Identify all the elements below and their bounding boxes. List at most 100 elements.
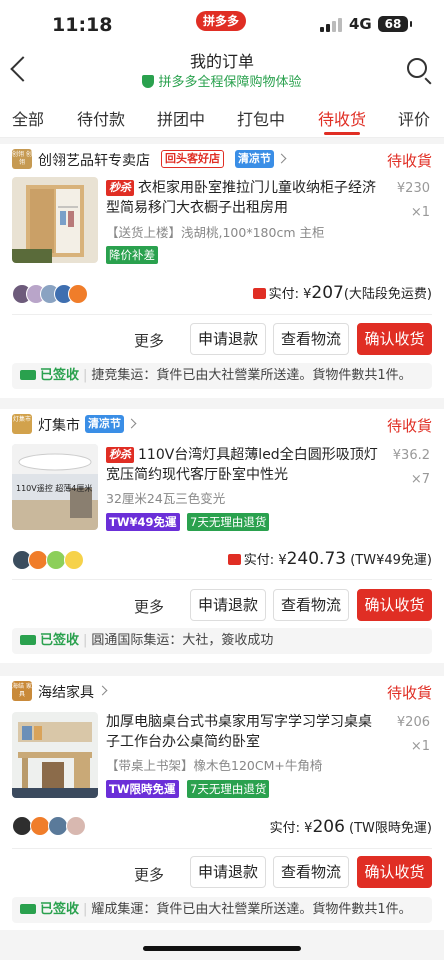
product-spec: 【送货上楼】浅胡桃,100*180cm 主柜	[106, 225, 325, 240]
product-thumbnail[interactable]: 110V遥控 超薄4厘米	[12, 444, 98, 530]
thumbnail-caption: 110V遥控 超薄4厘米	[16, 484, 93, 493]
avatar	[68, 284, 88, 304]
view-logistics-button[interactable]: 查看物流	[273, 589, 349, 621]
refund-button[interactable]: 申请退款	[190, 589, 266, 621]
product-spec: 【带桌上书架】橡木色120CM+牛角椅	[106, 758, 323, 773]
shop-logo: 创翎 创翎	[12, 149, 32, 169]
status-bar: 11:18 拼多多 4G 68	[0, 0, 444, 44]
shop-logo: 海结 家具	[12, 681, 32, 701]
order-status: 待收貨	[386, 684, 432, 702]
battery-icon: 68	[378, 16, 412, 32]
truck-icon	[20, 635, 36, 645]
tab-review[interactable]: 评价	[398, 106, 430, 130]
product-title[interactable]: 加厚电脑桌台式书桌家用写字学习学习桌桌子工作台办公桌简约卧室	[106, 712, 382, 752]
product-title[interactable]: 秒杀 衣柜家用卧室推拉门儿童收纳柜子经济型简易移门大衣橱子出租房用	[106, 178, 382, 218]
quantity: ×1	[410, 739, 430, 754]
active-tab-indicator	[324, 132, 360, 135]
logistics-bar[interactable]: 已签收 | 耀成集運：貨件已由大社營業所送達。貨物件數共1件。	[12, 897, 432, 923]
paid-label: 实付:	[268, 287, 299, 302]
guarantee-banner: 拼多多全程保障购物体验	[0, 71, 444, 90]
product-title-text: 加厚电脑桌台式书桌家用写字学习学习桌桌子工作台办公桌简约卧室	[106, 714, 372, 750]
product-spec: 32厘米24瓦三色变光	[106, 491, 226, 506]
order-card: 灯集市 灯集市 清凉节 待收貨 110V遥控 超薄4厘米 秒杀 110V台湾灯具超…	[0, 409, 444, 663]
shipping-note: (TW限時免運)	[349, 821, 432, 836]
divider	[12, 314, 432, 315]
avatar	[66, 816, 86, 836]
guarantee-text: 拼多多全程保障购物体验	[158, 75, 302, 90]
logistics-bar[interactable]: 已签收 | 圓通国际集运：大社，簽收成功	[12, 628, 432, 654]
chevron-right-icon	[276, 153, 287, 164]
logistics-bar[interactable]: 已签收 | 捷竞集运：貨件已由大社營業所送達。貨物件數共1件。	[12, 363, 432, 389]
divider	[12, 579, 432, 580]
quantity: ×7	[410, 472, 430, 487]
repeat-customer-tag: 回头客好店	[161, 150, 224, 168]
confirm-receipt-button[interactable]: 确认收货	[357, 856, 432, 888]
unit-price: ¥230	[396, 181, 430, 196]
view-logistics-button[interactable]: 查看物流	[273, 323, 349, 355]
order-card: 创翎 创翎 创翎艺品轩专卖店 回头客好店 清凉节 待收貨 秒杀 衣柜家用卧室推拉门…	[0, 144, 444, 398]
tab-to-receive[interactable]: 待收货	[318, 106, 366, 130]
free-shipping-badge: TW¥49免運	[106, 513, 180, 531]
tab-all[interactable]: 全部	[12, 106, 44, 130]
product-thumbnail[interactable]	[12, 712, 98, 798]
more-button[interactable]: 更多	[134, 864, 164, 885]
logistics-text: 耀成集運：貨件已由大社營業所送達。貨物件數共1件。	[91, 902, 412, 917]
truck-icon	[20, 370, 36, 380]
shipping-note: (TW¥49免運)	[350, 553, 432, 568]
divider	[12, 848, 432, 849]
amount-paid: 实付: ¥206 (TW限時免運)	[270, 817, 432, 837]
order-tabs: 全部 待付款 拼团中 打包中 待收货 评价	[0, 96, 444, 138]
shop-name[interactable]: 灯集市	[38, 415, 80, 435]
flash-sale-tag: 秒杀	[106, 447, 134, 463]
order-status: 待收貨	[386, 152, 432, 170]
product-title[interactable]: 秒杀 110V台湾灯具超薄led全白圆形吸顶灯宽压简约现代客厅卧室中性光	[106, 445, 382, 485]
paid-label: 实付:	[269, 821, 301, 836]
quantity: ×1	[410, 205, 430, 220]
signal-icon	[320, 18, 342, 32]
free-shipping-badge: TW限時免運	[106, 780, 179, 798]
coupon-icon	[227, 554, 241, 565]
chevron-right-icon	[126, 418, 137, 429]
avatar	[28, 550, 48, 570]
delivered-status: 已签收	[40, 368, 80, 383]
shipping-note: (大陆段免运费)	[343, 287, 432, 302]
more-button[interactable]: 更多	[134, 330, 164, 351]
avatar	[30, 816, 50, 836]
avatar	[12, 816, 32, 836]
amount-paid: 实付: ¥207(大陆段免运费)	[252, 283, 432, 303]
more-button[interactable]: 更多	[134, 596, 164, 617]
coupon-icon	[252, 288, 266, 299]
page-title: 我的订单	[189, 52, 254, 71]
refund-button[interactable]: 申请退款	[190, 856, 266, 888]
app-badge: 拼多多	[196, 11, 246, 31]
home-indicator[interactable]	[143, 946, 301, 951]
view-logistics-button[interactable]: 查看物流	[273, 856, 349, 888]
clock: 11:18	[52, 14, 113, 36]
tab-pending-payment[interactable]: 待付款	[77, 106, 125, 130]
order-card: 海结 家具 海结家具 待收貨 加厚电脑桌台式书桌家用写字学习学习桌桌子工作台办公…	[0, 676, 444, 930]
tab-packing[interactable]: 打包中	[237, 106, 285, 130]
search-icon[interactable]	[407, 58, 427, 78]
header: 我的订单 拼多多全程保障购物体验	[0, 44, 444, 96]
unit-price: ¥206	[396, 715, 430, 730]
refund-button[interactable]: 申请退款	[190, 323, 266, 355]
paid-currency: ¥	[278, 553, 287, 568]
paid-amount: 206	[312, 817, 345, 837]
tab-group-buying[interactable]: 拼团中	[157, 106, 205, 130]
flash-sale-tag: 秒杀	[106, 180, 134, 196]
shop-name[interactable]: 创翎艺品轩专卖店	[38, 150, 150, 170]
confirm-receipt-button[interactable]: 确认收货	[357, 589, 432, 621]
summer-festival-tag: 清凉节	[235, 150, 274, 168]
seven-day-return-badge: 7天无理由退货	[187, 513, 270, 531]
amount-paid: 实付: ¥240.73 (TW¥49免運)	[227, 549, 432, 569]
shop-logo: 灯集市	[12, 414, 32, 434]
product-title-text: 衣柜家用卧室推拉门儿童收纳柜子经济型简易移门大衣橱子出租房用	[106, 180, 376, 216]
price-protection-badge: 降价补差	[106, 246, 158, 264]
delivered-status: 已签收	[40, 633, 80, 648]
paid-amount: 240.73	[286, 549, 347, 569]
product-thumbnail[interactable]	[12, 177, 98, 263]
confirm-receipt-button[interactable]: 确认收货	[357, 323, 432, 355]
shop-name[interactable]: 海结家具	[38, 682, 94, 702]
summer-festival-tag: 清凉节	[85, 415, 124, 433]
avatar	[46, 550, 66, 570]
